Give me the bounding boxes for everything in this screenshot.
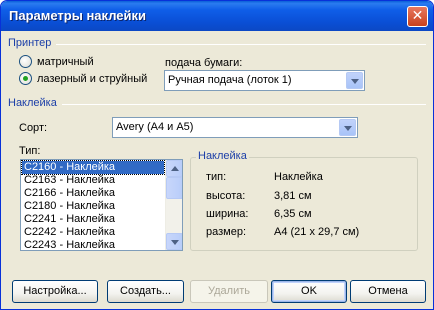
- radio-laser[interactable]: лазерный и струйный: [19, 72, 147, 85]
- scroll-down-icon[interactable]: [166, 233, 182, 250]
- list-item[interactable]: C2166 - Наклейка: [22, 187, 164, 200]
- detail-key-width: ширина:: [206, 208, 249, 220]
- paper-feed-select[interactable]: Ручная подача (лоток 1): [164, 70, 365, 91]
- detail-key-type: тип:: [206, 171, 227, 183]
- dialog-window: Параметры наклейки ✕ Принтер матричный л…: [0, 0, 434, 310]
- chevron-down-icon[interactable]: [339, 119, 356, 136]
- cancel-button[interactable]: Отмена: [350, 280, 426, 303]
- detail-value-type: Наклейка: [274, 171, 323, 183]
- list-item[interactable]: C2241 - Наклейка: [22, 213, 164, 226]
- vertical-scrollbar[interactable]: [165, 160, 182, 250]
- chevron-down-icon[interactable]: [346, 72, 363, 89]
- ok-button[interactable]: OK: [271, 280, 347, 303]
- detail-value-size: A4 (21 x 29,7 см): [274, 226, 360, 238]
- printer-divider: [56, 44, 426, 45]
- scroll-up-icon[interactable]: [166, 160, 182, 177]
- detail-value-height: 3,81 см: [274, 190, 312, 202]
- close-button[interactable]: ✕: [407, 6, 428, 27]
- window-title: Параметры наклейки: [9, 8, 146, 23]
- scroll-thumb[interactable]: [166, 177, 182, 199]
- paper-feed-label: подача бумаги:: [165, 57, 243, 69]
- printer-section-label: Принтер: [8, 37, 52, 49]
- create-button[interactable]: Создать...: [107, 280, 184, 303]
- list-item[interactable]: C2180 - Наклейка: [22, 200, 164, 213]
- type-label: Тип:: [19, 145, 41, 157]
- dialog-body: Принтер матричный лазерный и струйный по…: [4, 31, 430, 307]
- type-listbox[interactable]: C2160 - Наклейка C2163 - Наклейка C2166 …: [20, 159, 183, 251]
- radio-dotmatrix[interactable]: матричный: [19, 55, 94, 68]
- list-item[interactable]: C2160 - Наклейка: [21, 160, 165, 175]
- sort-value: Avery (A4 и A5): [116, 121, 194, 133]
- paper-feed-value: Ручная подача (лоток 1): [168, 74, 292, 86]
- detail-key-size: размер:: [206, 226, 247, 238]
- label-details-title: Наклейка: [196, 150, 249, 162]
- close-icon: ✕: [411, 8, 424, 24]
- detail-value-width: 6,35 см: [274, 208, 312, 220]
- radio-dotmatrix-label: матричный: [37, 55, 94, 68]
- radio-laser-label: лазерный и струйный: [37, 72, 148, 85]
- radio-laser-circle[interactable]: [19, 72, 32, 85]
- label-section-label: Наклейка: [8, 97, 57, 109]
- list-item[interactable]: C2243 - Наклейка: [22, 239, 164, 250]
- sort-select[interactable]: Avery (A4 и A5): [112, 117, 358, 138]
- title-bar[interactable]: Параметры наклейки ✕: [1, 1, 433, 31]
- detail-key-height: высота:: [206, 190, 246, 202]
- radio-dotmatrix-circle[interactable]: [19, 55, 32, 68]
- label-divider: [62, 104, 426, 105]
- list-item[interactable]: C2163 - Наклейка: [22, 174, 164, 187]
- delete-button[interactable]: Удалить: [190, 280, 268, 303]
- sort-label: Сорт:: [19, 122, 48, 134]
- setup-button[interactable]: Настройка...: [12, 280, 98, 303]
- list-item[interactable]: C2242 - Наклейка: [22, 226, 164, 239]
